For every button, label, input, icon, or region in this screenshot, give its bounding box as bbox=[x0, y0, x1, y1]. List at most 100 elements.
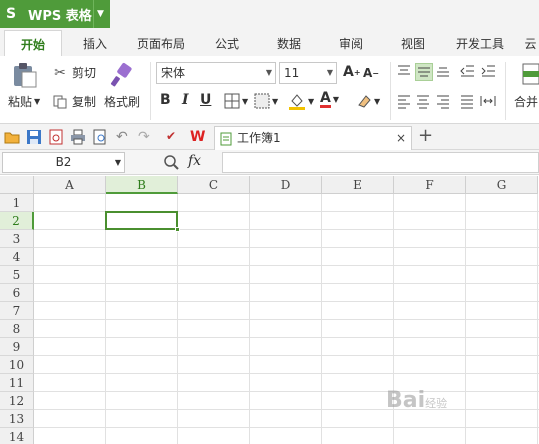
align-right-icon[interactable] bbox=[435, 93, 453, 111]
font-name-select[interactable]: 宋体 ▼ bbox=[156, 62, 276, 84]
font-name-value: 宋体 bbox=[161, 66, 186, 80]
insert-function-icon[interactable]: fx bbox=[188, 153, 201, 169]
row-header[interactable]: 7 bbox=[0, 302, 34, 320]
align-middle-icon[interactable] bbox=[415, 63, 433, 81]
row-header[interactable]: 10 bbox=[0, 356, 34, 374]
row-header[interactable]: 9 bbox=[0, 338, 34, 356]
decrease-indent-icon[interactable] bbox=[459, 63, 477, 81]
format-painter-button[interactable]: 格式刷 bbox=[104, 93, 140, 110]
row-header[interactable]: 13 bbox=[0, 410, 34, 428]
row-header[interactable]: 5 bbox=[0, 266, 34, 284]
ribbon-home: 粘贴 ▼ ✂ 剪切 复制 格式刷 宋体 ▼ 11 ▼ A + A − B I U ▼ ▼ … bbox=[0, 56, 539, 124]
export-pdf-icon[interactable] bbox=[48, 129, 64, 145]
merge-icon[interactable] bbox=[522, 62, 539, 86]
fill-handle[interactable] bbox=[175, 227, 180, 232]
tab-insert[interactable]: 插入 bbox=[72, 30, 118, 56]
row-header[interactable]: 11 bbox=[0, 374, 34, 392]
spreadsheet-grid[interactable]: ABCDEFG 1 2 3 4 5 6 7 8 9 10 11 12 13 14 bbox=[0, 176, 539, 444]
align-top-icon[interactable] bbox=[396, 63, 414, 81]
tab-developer[interactable]: 开发工具 bbox=[450, 30, 510, 56]
copy-button[interactable]: 复制 bbox=[52, 93, 96, 110]
underline-button[interactable]: U bbox=[200, 92, 211, 108]
font-size-select[interactable]: 11 ▼ bbox=[279, 62, 337, 84]
print-icon[interactable] bbox=[70, 129, 86, 145]
title-bar: S WPS 表格 ▼ bbox=[0, 0, 539, 30]
chevron-down-icon[interactable]: ▼ bbox=[93, 0, 107, 28]
column-header[interactable]: E bbox=[322, 176, 394, 194]
cut-button[interactable]: ✂ 剪切 bbox=[52, 64, 96, 81]
row-header[interactable]: 4 bbox=[0, 248, 34, 266]
watermark-text: Bai bbox=[386, 388, 426, 413]
tab-workbook[interactable]: 工作簿1 × bbox=[214, 126, 412, 150]
print-preview-icon[interactable] bbox=[92, 129, 108, 145]
app-name: WPS 表格 bbox=[28, 8, 92, 24]
bold-button[interactable]: B bbox=[160, 92, 171, 108]
tab-data[interactable]: 数据 bbox=[268, 30, 310, 56]
column-header[interactable]: G bbox=[466, 176, 538, 194]
active-cell[interactable] bbox=[105, 211, 178, 230]
increase-font-icon[interactable]: A + bbox=[343, 64, 361, 80]
chevron-down-icon: ▼ bbox=[265, 68, 272, 77]
row-header[interactable]: 12 bbox=[0, 392, 34, 410]
tab-formulas[interactable]: 公式 bbox=[206, 30, 248, 56]
column-header[interactable]: B bbox=[106, 176, 178, 194]
italic-button[interactable]: I bbox=[182, 92, 189, 108]
new-tab-icon[interactable]: + bbox=[418, 125, 433, 146]
quick-access-toolbar: ↶ ↷ ✔ W 工作簿1 × + bbox=[0, 124, 539, 150]
tab-view[interactable]: 视图 bbox=[392, 30, 434, 56]
brush-icon[interactable] bbox=[110, 62, 134, 88]
search-function-icon[interactable] bbox=[163, 154, 179, 173]
paste-button[interactable]: 粘贴 ▼ bbox=[8, 93, 40, 110]
column-header[interactable]: D bbox=[250, 176, 322, 194]
paste-icon[interactable] bbox=[10, 62, 38, 88]
undo-icon[interactable]: ↶ bbox=[116, 129, 132, 145]
chevron-down-icon: ▼ bbox=[326, 68, 333, 77]
tab-cloud[interactable]: 云 bbox=[522, 30, 539, 56]
row-header[interactable]: 2 bbox=[0, 212, 34, 230]
select-all-corner[interactable] bbox=[0, 176, 34, 194]
borders-icon[interactable]: ▼ bbox=[224, 93, 248, 109]
wps-w-logo-icon[interactable]: W bbox=[190, 129, 206, 145]
column-header[interactable]: A bbox=[34, 176, 106, 194]
app-menu-button[interactable]: S WPS 表格 ▼ bbox=[0, 0, 110, 28]
copy-label: 复制 bbox=[72, 95, 97, 109]
close-icon[interactable]: × bbox=[396, 127, 406, 149]
name-box-value: B2 bbox=[55, 155, 72, 169]
cut-label: 剪切 bbox=[72, 66, 97, 80]
paste-label: 粘贴 bbox=[8, 95, 33, 109]
distribute-icon[interactable] bbox=[480, 93, 498, 111]
formula-input[interactable] bbox=[222, 152, 539, 173]
align-left-icon[interactable] bbox=[396, 93, 414, 111]
grid-line bbox=[34, 409, 539, 410]
row-header[interactable]: 8 bbox=[0, 320, 34, 338]
tab-page-layout[interactable]: 页面布局 bbox=[130, 30, 192, 56]
grid-line bbox=[34, 355, 539, 356]
name-box[interactable]: B2 ▼ bbox=[2, 152, 125, 173]
open-folder-icon[interactable] bbox=[4, 129, 20, 145]
align-center-icon[interactable] bbox=[415, 93, 433, 111]
tab-home[interactable]: 开始 bbox=[4, 30, 62, 56]
row-header[interactable]: 6 bbox=[0, 284, 34, 302]
divider bbox=[505, 62, 506, 120]
justify-icon[interactable] bbox=[459, 93, 477, 111]
fill-pattern-icon[interactable]: ▼ bbox=[254, 93, 278, 109]
row-header[interactable]: 1 bbox=[0, 194, 34, 212]
font-color-icon[interactable]: A ▼ bbox=[320, 91, 339, 108]
row-header[interactable]: 3 bbox=[0, 230, 34, 248]
column-header[interactable]: F bbox=[394, 176, 466, 194]
row-header[interactable]: 14 bbox=[0, 428, 34, 444]
align-bottom-icon[interactable] bbox=[435, 63, 453, 81]
divider bbox=[390, 62, 391, 120]
tab-review[interactable]: 审阅 bbox=[330, 30, 372, 56]
customize-toolbar-icon[interactable]: ✔ bbox=[166, 129, 182, 145]
chevron-down-icon[interactable]: ▼ bbox=[115, 153, 121, 172]
grid-line bbox=[34, 373, 539, 374]
merge-center-button[interactable]: 合并 bbox=[514, 93, 538, 110]
save-icon[interactable] bbox=[26, 129, 42, 145]
redo-icon[interactable]: ↷ bbox=[138, 129, 154, 145]
decrease-font-icon[interactable]: A − bbox=[363, 66, 379, 80]
fill-color-icon[interactable]: ▼ bbox=[288, 92, 314, 110]
increase-indent-icon[interactable] bbox=[480, 63, 498, 81]
clear-format-icon[interactable]: ▼ bbox=[356, 93, 380, 109]
column-header[interactable]: C bbox=[178, 176, 250, 194]
